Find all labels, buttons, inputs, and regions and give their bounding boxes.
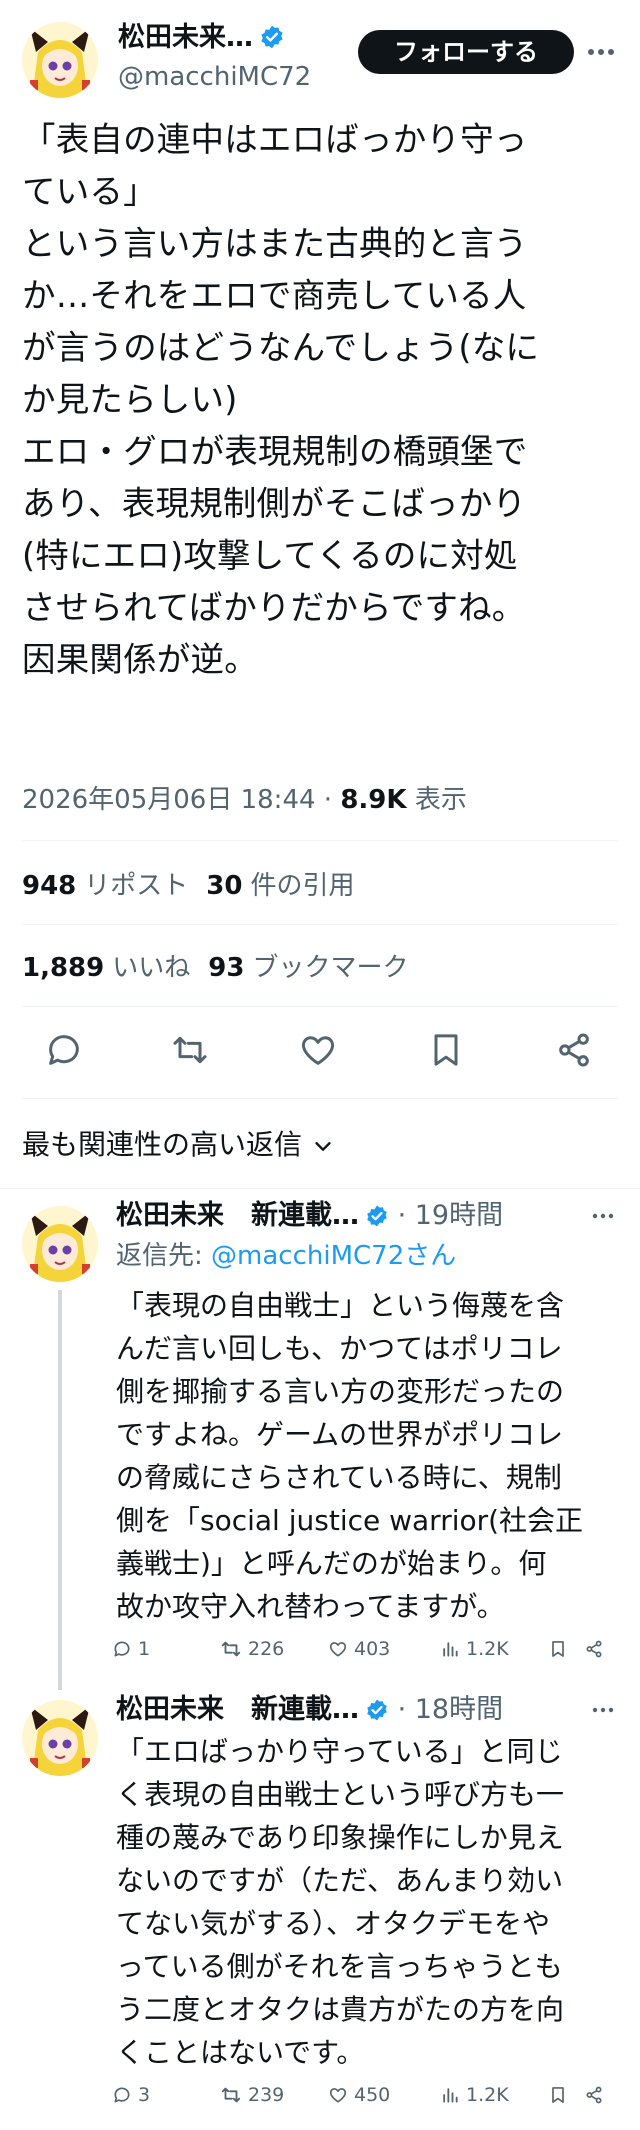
thread-connector-line (58, 1290, 62, 1690)
analytics-icon (440, 1639, 466, 1659)
stats-row-reposts: 948 リポスト 30 件の引用 (22, 868, 355, 904)
repost-button[interactable]: 239 (220, 2080, 284, 2110)
reply-icon (112, 2085, 138, 2105)
reply-action-bar: 1 226 403 1.2K (112, 1634, 608, 1664)
bookmark-icon[interactable] (548, 2080, 574, 2110)
divider (22, 840, 618, 841)
repost-stat[interactable]: 948 リポスト (22, 871, 188, 901)
author-avatar[interactable] (22, 22, 98, 98)
author-handle[interactable]: @macchiMC72 (118, 60, 311, 94)
quote-label: 件の引用 (250, 871, 355, 901)
post-text: 「表自の連中はエロばっかり守っ ている」 という言い方はまた古典的と言う か…そ… (22, 120, 540, 679)
post-timestamp[interactable]: 2026年05月06日 18:44 (22, 785, 316, 815)
reply-icon[interactable] (44, 1030, 84, 1070)
view-label: 表示 (414, 785, 467, 815)
views-button[interactable]: 1.2K (440, 1634, 509, 1664)
reply-sort-label: 最も関連性の高い返信 (22, 1128, 303, 1161)
like-icon (328, 2085, 354, 2105)
reply-sort-selector[interactable]: 最も関連性の高い返信 (22, 1126, 334, 1164)
author-name-text[interactable]: 松田未来… (118, 22, 253, 53)
more-options-icon[interactable] (586, 40, 616, 64)
like-label: いいね (112, 953, 191, 983)
reply-action-bar: 3 239 450 1.2K (112, 2080, 608, 2110)
reply-text: 「エロばっかり守っている」と同じ く表現の自由戦士という呼び方も一 種の蔑みであ… (116, 1735, 565, 2069)
share-icon[interactable] (584, 1634, 610, 1664)
reply-author-name[interactable]: 松田未来 新連載… (116, 1694, 359, 1725)
share-icon[interactable] (554, 1030, 594, 1070)
reply-time[interactable]: · 19時間 (398, 1200, 504, 1231)
like-button[interactable]: 403 (328, 1634, 390, 1664)
meta-separator: · (323, 785, 333, 815)
reply-author-name[interactable]: 松田未来 新連載… (116, 1200, 359, 1231)
reply-avatar[interactable] (22, 1700, 98, 1776)
verified-badge-icon (365, 1204, 389, 1228)
bookmark-icon[interactable] (426, 1030, 466, 1070)
repost-count: 226 (248, 1638, 285, 1660)
reply-header: 松田未来 新連載… · 19時間 (116, 1198, 503, 1234)
analytics-icon (440, 2085, 466, 2105)
quote-count: 30 (206, 871, 243, 901)
like-icon[interactable] (298, 1030, 338, 1070)
reply-to-line: 返信先: @macchiMC72さん (116, 1238, 456, 1274)
like-count: 450 (354, 2084, 391, 2106)
like-stat[interactable]: 1,889 いいね (22, 953, 190, 983)
quote-stat[interactable]: 30 件の引用 (206, 871, 354, 901)
reply-text: 「表現の自由戦士」という侮蔑を含 んだ言い回しも、かつてはポリコレ 側を揶揄する… (116, 1289, 584, 1623)
verified-badge-icon (365, 1698, 389, 1722)
views-count: 1.2K (466, 1638, 509, 1660)
reply-button[interactable]: 3 (112, 2080, 150, 2110)
author-name[interactable]: 松田未来… (118, 20, 285, 56)
share-icon[interactable] (584, 2080, 610, 2110)
like-icon (328, 1639, 354, 1659)
views-count: 1.2K (466, 2084, 509, 2106)
post-action-bar (0, 1030, 640, 1074)
divider (22, 1098, 618, 1099)
bookmark-count: 93 (208, 953, 245, 983)
follow-button[interactable]: フォローする (358, 30, 574, 74)
reply-icon (112, 1639, 138, 1659)
like-count: 1,889 (22, 953, 105, 983)
more-options-icon[interactable] (592, 1706, 614, 1714)
more-options-icon[interactable] (592, 1212, 614, 1220)
bookmark-stat[interactable]: 93 ブックマーク (208, 953, 408, 983)
like-button[interactable]: 450 (328, 2080, 390, 2110)
repost-label: リポスト (84, 871, 189, 901)
chevron-down-icon (312, 1135, 334, 1157)
repost-count: 948 (22, 871, 77, 901)
reply-count: 3 (138, 2084, 151, 2106)
reply-time[interactable]: · 18時間 (398, 1694, 504, 1725)
repost-icon (220, 2084, 248, 2106)
reply-header: 松田未来 新連載… · 18時間 (116, 1692, 503, 1728)
reply-button[interactable]: 1 (112, 1634, 150, 1664)
divider (0, 1188, 640, 1189)
stats-row-likes: 1,889 いいね 93 ブックマーク (22, 950, 408, 986)
repost-icon (220, 1638, 248, 1660)
bookmark-icon[interactable] (548, 1634, 574, 1664)
reply-to-label: 返信先: (116, 1241, 212, 1271)
views-button[interactable]: 1.2K (440, 2080, 509, 2110)
divider (22, 924, 618, 925)
repost-count: 239 (248, 2084, 285, 2106)
reply-to-mention[interactable]: @macchiMC72さん (211, 1241, 456, 1271)
verified-badge-icon (259, 24, 285, 50)
repost-icon[interactable] (170, 1030, 210, 1070)
repost-button[interactable]: 226 (220, 1634, 284, 1664)
post-meta: 2026年05月06日 18:44 · 8.9K 表示 (22, 782, 467, 818)
reply-avatar[interactable] (22, 1206, 98, 1282)
reply-count: 1 (138, 1638, 151, 1660)
divider (22, 1006, 618, 1007)
bookmark-label: ブックマーク (252, 953, 409, 983)
like-count: 403 (354, 1638, 391, 1660)
view-count: 8.9K (340, 785, 407, 815)
